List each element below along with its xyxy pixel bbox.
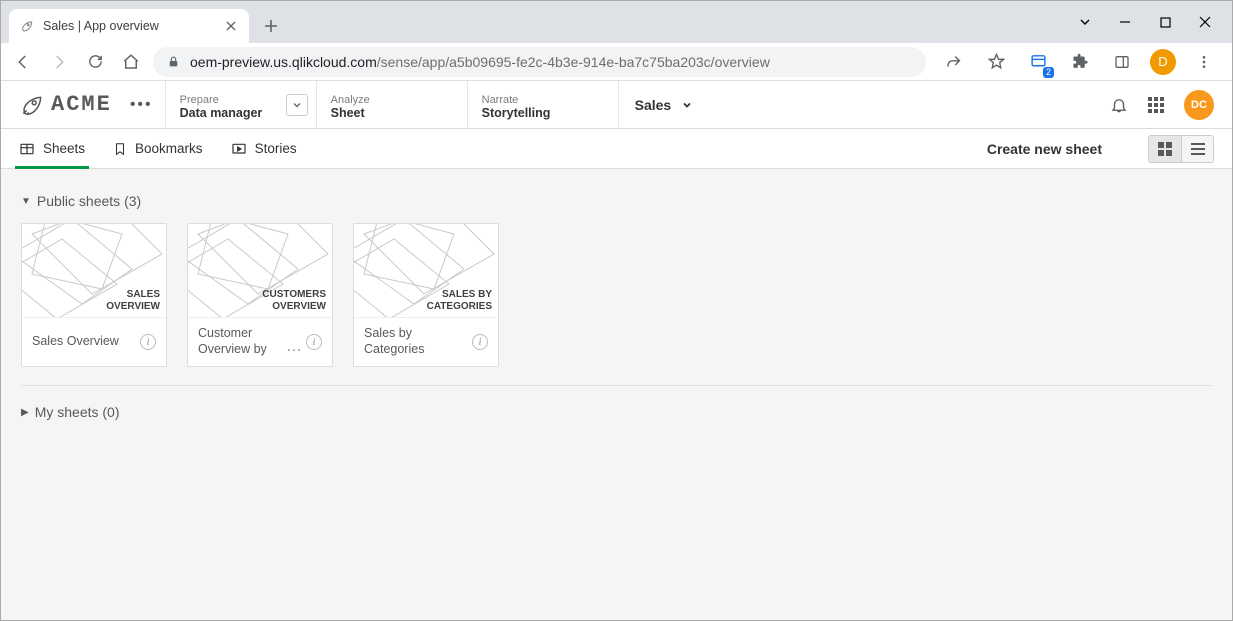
prepare-dropdown-button[interactable] [286, 94, 308, 116]
sheet-thumbnail: CUSTOMERSOVERVIEW [188, 224, 332, 318]
tab-close-icon[interactable] [223, 18, 239, 34]
analyze-label: Analyze [331, 94, 453, 106]
sheet-name: Customer Overview by [198, 326, 282, 357]
browser-tabbar: Sales | App overview [1, 1, 1232, 43]
prepare-value: Data manager [180, 106, 302, 120]
bookmark-icon [113, 141, 127, 157]
thumb-label: CUSTOMERSOVERVIEW [262, 289, 326, 312]
window-controls [1076, 1, 1232, 43]
tab-bookmarks[interactable]: Bookmarks [113, 129, 203, 168]
minimize-button[interactable] [1116, 13, 1134, 31]
window-close-button[interactable] [1196, 13, 1214, 31]
narrate-segment[interactable]: Narrate Storytelling [468, 81, 618, 128]
brand-name: ACME [51, 92, 112, 117]
user-avatar[interactable]: DC [1184, 90, 1214, 120]
tab-sheets[interactable]: Sheets [19, 129, 85, 168]
brand-menu-button[interactable]: ••• [130, 96, 153, 114]
profile-avatar[interactable]: D [1150, 49, 1176, 75]
sheet-thumbnail: SALESOVERVIEW [22, 224, 166, 318]
address-bar[interactable]: oem-preview.us.qlikcloud.com/sense/app/a… [153, 47, 926, 77]
my-sheets-header[interactable]: ▶ My sheets (0) [21, 392, 1212, 434]
content-area: ▼ Public sheets (3) SALESOVERVIEW Sales O… [1, 169, 1232, 620]
public-sheets-header[interactable]: ▼ Public sheets (3) [21, 181, 1212, 223]
sidepanel-icon[interactable] [1108, 48, 1136, 76]
tab-sheets-label: Sheets [43, 141, 85, 156]
rocket-icon [19, 18, 35, 34]
grid-view-button[interactable] [1149, 136, 1181, 162]
sheet-card[interactable]: SALESOVERVIEW Sales Overviewi [21, 223, 167, 367]
narrate-value: Storytelling [482, 106, 604, 120]
triangle-down-icon: ▼ [21, 196, 31, 207]
sheet-footer: Sales Overviewi [22, 318, 166, 366]
analyze-segment[interactable]: Analyze Sheet [317, 81, 467, 128]
public-sheets-row: SALESOVERVIEWSales OverviewiCUSTOMERSOVE… [21, 223, 1212, 379]
new-tab-button[interactable] [257, 12, 285, 40]
forward-button[interactable] [45, 48, 73, 76]
sheets-icon [19, 141, 35, 157]
tab-bookmarks-label: Bookmarks [135, 141, 203, 156]
chevron-down-icon [681, 99, 693, 111]
sub-nav: Sheets Bookmarks Stories Create new shee… [1, 129, 1232, 169]
extensions-puzzle-icon[interactable] [1066, 48, 1094, 76]
thumb-label: SALES BYCATEGORIES [427, 289, 492, 312]
extension-icon[interactable]: 2 [1024, 48, 1052, 76]
sheet-name: Sales Overview [32, 334, 136, 350]
tab-stories[interactable]: Stories [231, 129, 297, 168]
rocket-logo-icon [19, 92, 45, 118]
triangle-right-icon: ▶ [21, 407, 29, 418]
toolbar-right: 2 D [934, 48, 1224, 76]
narrate-label: Narrate [482, 94, 604, 106]
info-icon[interactable]: i [140, 334, 156, 350]
browser-tab[interactable]: Sales | App overview [9, 9, 249, 43]
chrome-menu-icon[interactable] [1190, 48, 1218, 76]
public-sheets-title: Public sheets (3) [37, 193, 141, 209]
extension-badge: 2 [1043, 67, 1054, 78]
sheet-card[interactable]: SALES BYCATEGORIES Sales by Categoriesi [353, 223, 499, 367]
url-text: oem-preview.us.qlikcloud.com/sense/app/a… [190, 54, 770, 70]
section-divider [21, 385, 1212, 386]
create-new-sheet-button[interactable]: Create new sheet [987, 141, 1102, 157]
share-icon[interactable] [940, 48, 968, 76]
prepare-label: Prepare [180, 94, 302, 106]
apps-grid-icon[interactable] [1148, 97, 1164, 113]
tab-title: Sales | App overview [43, 19, 215, 33]
sheet-footer: Sales by Categoriesi [354, 318, 498, 366]
ellipsis-icon: … [286, 338, 302, 358]
back-button[interactable] [9, 48, 37, 76]
list-view-button[interactable] [1181, 136, 1213, 162]
bookmark-star-icon[interactable] [982, 48, 1010, 76]
analyze-value: Sheet [331, 106, 453, 120]
chevron-down-icon[interactable] [1076, 13, 1094, 31]
info-icon[interactable]: i [306, 334, 322, 350]
sheet-card[interactable]: CUSTOMERSOVERVIEW Customer Overview by…i [187, 223, 333, 367]
notifications-icon[interactable] [1110, 96, 1128, 114]
lock-icon [167, 55, 180, 68]
tab-stories-label: Stories [255, 141, 297, 156]
thumb-label: SALESOVERVIEW [106, 289, 160, 312]
my-sheets-title: My sheets (0) [35, 404, 120, 420]
app-name-dropdown[interactable]: Sales [619, 81, 710, 128]
prepare-segment[interactable]: Prepare Data manager [166, 81, 316, 128]
brand-section: ACME ••• [1, 81, 165, 128]
app-header: ACME ••• Prepare Data manager Analyze Sh… [1, 81, 1232, 129]
sheet-thumbnail: SALES BYCATEGORIES [354, 224, 498, 318]
app-name: Sales [635, 97, 672, 113]
info-icon[interactable]: i [472, 334, 488, 350]
home-button[interactable] [117, 48, 145, 76]
stories-icon [231, 141, 247, 157]
reload-button[interactable] [81, 48, 109, 76]
sheet-footer: Customer Overview by…i [188, 318, 332, 366]
maximize-button[interactable] [1156, 13, 1174, 31]
sheet-name: Sales by Categories [364, 326, 468, 357]
view-toggle [1148, 135, 1214, 163]
browser-toolbar: oem-preview.us.qlikcloud.com/sense/app/a… [1, 43, 1232, 81]
